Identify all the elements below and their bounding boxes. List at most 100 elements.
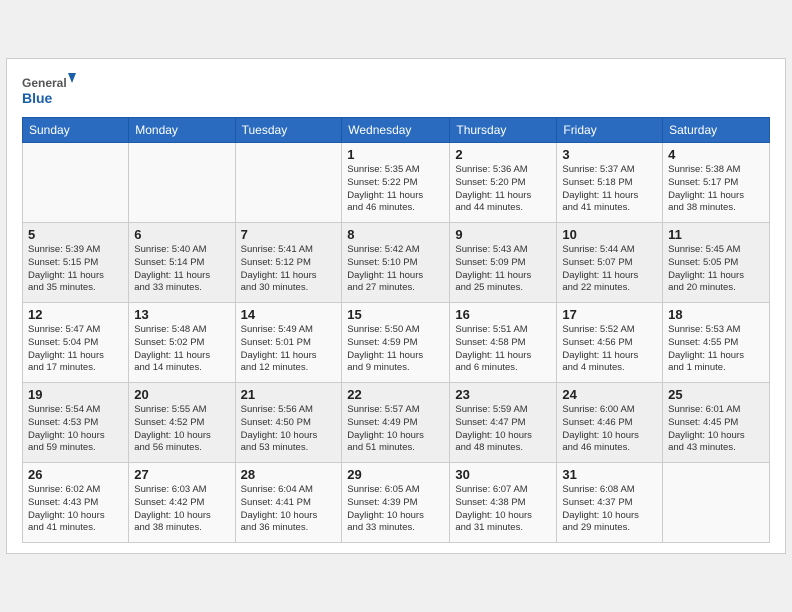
day-number: 6: [134, 227, 229, 242]
day-info: Sunrise: 5:38 AMSunset: 5:17 PMDaylight:…: [668, 164, 764, 215]
day-number: 23: [455, 387, 551, 402]
logo-svg: General Blue: [22, 69, 77, 109]
calendar-grid: SundayMondayTuesdayWednesdayThursdayFrid…: [22, 117, 770, 543]
calendar-day-cell: 19Sunrise: 5:54 AMSunset: 4:53 PMDayligh…: [23, 383, 129, 463]
day-info: Sunrise: 6:07 AMSunset: 4:38 PMDaylight:…: [455, 484, 551, 535]
calendar-day-cell: 11 Sunrise: 5:45 AMSunset: 5:05 PMDayligh…: [663, 223, 770, 303]
weekday-header-row: SundayMondayTuesdayWednesdayThursdayFrid…: [23, 118, 770, 143]
calendar-day-cell: 14 Sunrise: 5:49 AMSunset: 5:01 PMDayligh…: [235, 303, 342, 383]
day-number: 11: [668, 227, 764, 242]
calendar-container: General Blue SundayMondayTuesdayWednesda…: [6, 58, 786, 554]
calendar-day-cell: 24 Sunrise: 6:00 AMSunset: 4:46 PMDayligh…: [557, 383, 663, 463]
day-info: Sunrise: 5:59 AMSunset: 4:47 PMDaylight:…: [455, 404, 551, 455]
day-info: Sunrise: 5:57 AMSunset: 4:49 PMDaylight:…: [347, 404, 444, 455]
calendar-day-cell: 3 Sunrise: 5:37 AMSunset: 5:18 PMDaylight…: [557, 143, 663, 223]
calendar-day-cell: 21 Sunrise: 5:56 AMSunset: 4:50 PMDayligh…: [235, 383, 342, 463]
svg-text:General: General: [22, 76, 67, 90]
calendar-day-cell: 27Sunrise: 6:03 AMSunset: 4:42 PMDayligh…: [129, 463, 235, 543]
calendar-day-cell: 17 Sunrise: 5:52 AMSunset: 4:56 PMDayligh…: [557, 303, 663, 383]
calendar-day-cell: 25 Sunrise: 6:01 AMSunset: 4:45 PMDayligh…: [663, 383, 770, 463]
calendar-day-cell: 2Sunrise: 5:36 AMSunset: 5:20 PMDaylight…: [450, 143, 557, 223]
calendar-body: 1 Sunrise: 5:35 AMSunset: 5:22 PMDaylight…: [23, 143, 770, 543]
day-number: 24: [562, 387, 657, 402]
calendar-day-cell: 23 Sunrise: 5:59 AMSunset: 4:47 PMDayligh…: [450, 383, 557, 463]
weekday-label: Saturday: [663, 118, 770, 143]
calendar-day-cell: 6Sunrise: 5:40 AMSunset: 5:14 PMDaylight…: [129, 223, 235, 303]
day-number: 5: [28, 227, 123, 242]
day-number: 30: [455, 467, 551, 482]
day-number: 13: [134, 307, 229, 322]
day-info: Sunrise: 5:36 AMSunset: 5:20 PMDaylight:…: [455, 164, 551, 215]
calendar-day-cell: 4 Sunrise: 5:38 AMSunset: 5:17 PMDaylight…: [663, 143, 770, 223]
calendar-day-cell: [129, 143, 235, 223]
day-info: Sunrise: 5:45 AMSunset: 5:05 PMDaylight:…: [668, 244, 764, 295]
calendar-day-cell: 7Sunrise: 5:41 AMSunset: 5:12 PMDaylight…: [235, 223, 342, 303]
calendar-week-row: 1 Sunrise: 5:35 AMSunset: 5:22 PMDaylight…: [23, 143, 770, 223]
day-number: 17: [562, 307, 657, 322]
calendar-day-cell: 20 Sunrise: 5:55 AMSunset: 4:52 PMDayligh…: [129, 383, 235, 463]
calendar-day-cell: 15 Sunrise: 5:50 AMSunset: 4:59 PMDayligh…: [342, 303, 450, 383]
day-info: Sunrise: 6:02 AMSunset: 4:43 PMDaylight:…: [28, 484, 123, 535]
day-number: 26: [28, 467, 123, 482]
day-number: 22: [347, 387, 444, 402]
day-info: Sunrise: 6:08 AMSunset: 4:37 PMDaylight:…: [562, 484, 657, 535]
day-info: Sunrise: 5:50 AMSunset: 4:59 PMDaylight:…: [347, 324, 444, 375]
calendar-day-cell: [23, 143, 129, 223]
calendar-week-row: 26 Sunrise: 6:02 AMSunset: 4:43 PMDayligh…: [23, 463, 770, 543]
calendar-day-cell: 31 Sunrise: 6:08 AMSunset: 4:37 PMDayligh…: [557, 463, 663, 543]
day-info: Sunrise: 5:54 AMSunset: 4:53 PMDaylight:…: [28, 404, 123, 455]
calendar-day-cell: 1 Sunrise: 5:35 AMSunset: 5:22 PMDaylight…: [342, 143, 450, 223]
day-number: 9: [455, 227, 551, 242]
day-info: Sunrise: 5:47 AMSunset: 5:04 PMDaylight:…: [28, 324, 123, 375]
weekday-label: Wednesday: [342, 118, 450, 143]
day-info: Sunrise: 5:43 AMSunset: 5:09 PMDaylight:…: [455, 244, 551, 295]
calendar-day-cell: 18Sunrise: 5:53 AMSunset: 4:55 PMDayligh…: [663, 303, 770, 383]
day-info: Sunrise: 5:39 AMSunset: 5:15 PMDaylight:…: [28, 244, 123, 295]
day-info: Sunrise: 5:44 AMSunset: 5:07 PMDaylight:…: [562, 244, 657, 295]
day-number: 4: [668, 147, 764, 162]
day-info: Sunrise: 5:51 AMSunset: 4:58 PMDaylight:…: [455, 324, 551, 375]
day-number: 21: [241, 387, 337, 402]
calendar-week-row: 12 Sunrise: 5:47 AMSunset: 5:04 PMDayligh…: [23, 303, 770, 383]
day-info: Sunrise: 6:04 AMSunset: 4:41 PMDaylight:…: [241, 484, 337, 535]
day-info: Sunrise: 5:52 AMSunset: 4:56 PMDaylight:…: [562, 324, 657, 375]
day-number: 12: [28, 307, 123, 322]
day-number: 14: [241, 307, 337, 322]
day-number: 16: [455, 307, 551, 322]
day-number: 7: [241, 227, 337, 242]
day-number: 31: [562, 467, 657, 482]
calendar-day-cell: [663, 463, 770, 543]
day-info: Sunrise: 5:55 AMSunset: 4:52 PMDaylight:…: [134, 404, 229, 455]
day-number: 18: [668, 307, 764, 322]
day-info: Sunrise: 5:49 AMSunset: 5:01 PMDaylight:…: [241, 324, 337, 375]
day-number: 1: [347, 147, 444, 162]
day-info: Sunrise: 5:48 AMSunset: 5:02 PMDaylight:…: [134, 324, 229, 375]
calendar-day-cell: 13 Sunrise: 5:48 AMSunset: 5:02 PMDayligh…: [129, 303, 235, 383]
day-number: 28: [241, 467, 337, 482]
day-number: 8: [347, 227, 444, 242]
calendar-day-cell: 29 Sunrise: 6:05 AMSunset: 4:39 PMDayligh…: [342, 463, 450, 543]
weekday-label: Tuesday: [235, 118, 342, 143]
calendar-day-cell: [235, 143, 342, 223]
day-info: Sunrise: 6:03 AMSunset: 4:42 PMDaylight:…: [134, 484, 229, 535]
weekday-label: Friday: [557, 118, 663, 143]
day-info: Sunrise: 5:42 AMSunset: 5:10 PMDaylight:…: [347, 244, 444, 295]
calendar-day-cell: 30 Sunrise: 6:07 AMSunset: 4:38 PMDayligh…: [450, 463, 557, 543]
day-number: 20: [134, 387, 229, 402]
day-number: 25: [668, 387, 764, 402]
day-info: Sunrise: 6:05 AMSunset: 4:39 PMDaylight:…: [347, 484, 444, 535]
calendar-week-row: 5 Sunrise: 5:39 AMSunset: 5:15 PMDaylight…: [23, 223, 770, 303]
calendar-day-cell: 22 Sunrise: 5:57 AMSunset: 4:49 PMDayligh…: [342, 383, 450, 463]
day-info: Sunrise: 5:35 AMSunset: 5:22 PMDaylight:…: [347, 164, 444, 215]
calendar-day-cell: 10Sunrise: 5:44 AMSunset: 5:07 PMDayligh…: [557, 223, 663, 303]
day-info: Sunrise: 5:56 AMSunset: 4:50 PMDaylight:…: [241, 404, 337, 455]
calendar-day-cell: 12 Sunrise: 5:47 AMSunset: 5:04 PMDayligh…: [23, 303, 129, 383]
day-info: Sunrise: 6:01 AMSunset: 4:45 PMDaylight:…: [668, 404, 764, 455]
calendar-day-cell: 16 Sunrise: 5:51 AMSunset: 4:58 PMDayligh…: [450, 303, 557, 383]
weekday-label: Thursday: [450, 118, 557, 143]
day-number: 15: [347, 307, 444, 322]
day-number: 29: [347, 467, 444, 482]
day-number: 3: [562, 147, 657, 162]
day-info: Sunrise: 6:00 AMSunset: 4:46 PMDaylight:…: [562, 404, 657, 455]
day-info: Sunrise: 5:37 AMSunset: 5:18 PMDaylight:…: [562, 164, 657, 215]
